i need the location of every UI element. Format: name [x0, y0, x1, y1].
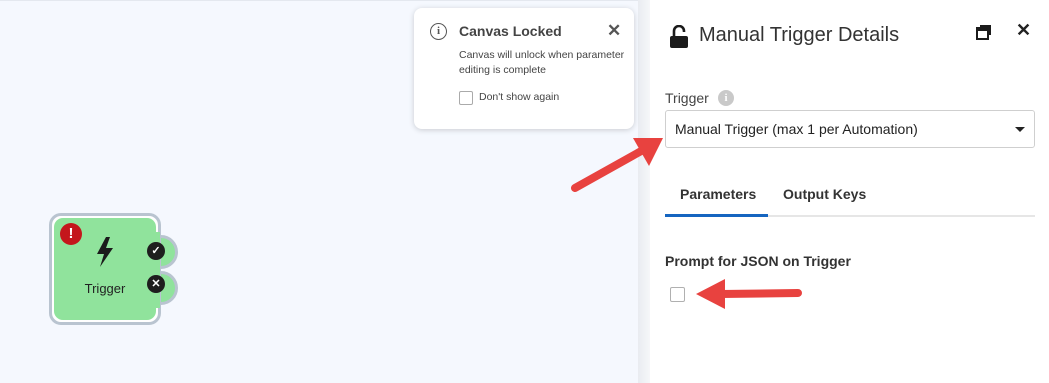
prompt-json-label: Prompt for JSON on Trigger [665, 253, 851, 269]
error-badge-icon: ! [60, 223, 82, 245]
node-label: Trigger [84, 281, 126, 296]
tab-parameters[interactable]: Parameters [680, 186, 756, 202]
dont-show-again-label: Don't show again [479, 91, 560, 103]
help-info-icon[interactable]: i [718, 90, 734, 106]
unlock-icon [670, 25, 688, 48]
trigger-select[interactable]: Manual Trigger (max 1 per Automation) [665, 110, 1035, 148]
active-tab-indicator [665, 214, 768, 217]
annotation-arrow-to-checkbox [696, 279, 802, 309]
toast-message: Canvas will unlock when parameter editin… [459, 49, 625, 76]
trigger-label: Trigger [665, 90, 709, 106]
lightning-bolt-icon [97, 237, 113, 267]
popout-window-icon[interactable] [976, 24, 992, 40]
toast-title: Canvas Locked [459, 23, 562, 39]
tab-output-keys[interactable]: Output Keys [783, 186, 866, 202]
caret-down-icon [1015, 127, 1025, 132]
canvas-locked-toast: i Canvas Locked ✕ Canvas will unlock whe… [414, 8, 634, 129]
toast-close-button[interactable]: ✕ [607, 21, 621, 41]
check-circle-icon[interactable]: ✓ [147, 242, 165, 260]
info-icon: i [430, 23, 447, 40]
annotation-arrow-to-select [571, 138, 663, 192]
panel-title: Manual Trigger Details [699, 24, 900, 46]
trigger-select-value: Manual Trigger (max 1 per Automation) [675, 121, 918, 137]
panel-close-button[interactable]: ✕ [1016, 20, 1031, 41]
dont-show-again-checkbox[interactable] [459, 91, 473, 105]
prompt-json-checkbox[interactable] [670, 287, 685, 302]
